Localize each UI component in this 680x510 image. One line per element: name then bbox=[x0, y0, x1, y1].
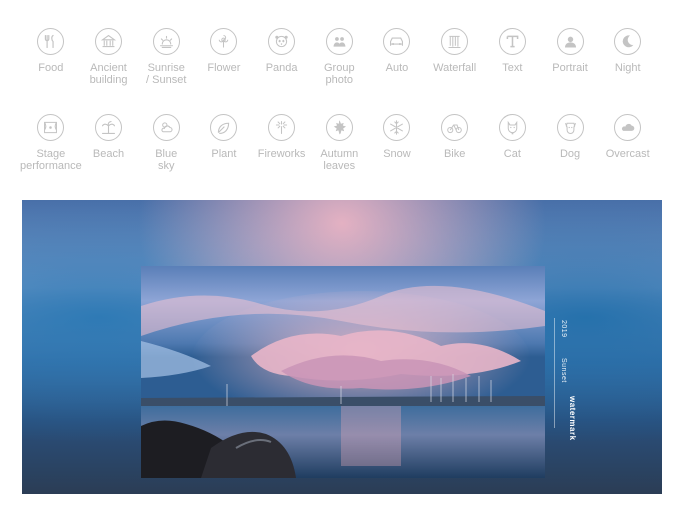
scene-mode-grid: Food Ancient building Sunrise / Sunset Flow… bbox=[20, 28, 662, 194]
scene-mode-stage-performance[interactable]: Stage performance bbox=[20, 114, 82, 194]
scene-mode-sunrise-sunset[interactable]: Sunrise / Sunset bbox=[137, 28, 195, 108]
scene-mode-label: Night bbox=[614, 62, 641, 74]
flower-icon bbox=[210, 28, 238, 55]
camera-preview: 2019 Sunset watermark bbox=[22, 200, 662, 494]
snowflake-icon bbox=[383, 114, 411, 141]
portrait-icon bbox=[556, 28, 584, 55]
scene-mode-food[interactable]: Food bbox=[22, 28, 80, 108]
watermark-divider bbox=[554, 318, 555, 428]
watermark-overlay: 2019 Sunset watermark bbox=[554, 318, 594, 441]
fork-knife-icon bbox=[37, 28, 65, 55]
scene-mode-auto[interactable]: Auto bbox=[368, 28, 426, 108]
waterfall-icon bbox=[441, 28, 469, 55]
scene-mode-label: Overcast bbox=[605, 148, 650, 160]
scene-mode-beach[interactable]: Beach bbox=[80, 114, 138, 194]
watermark-sub2: 2019 bbox=[560, 320, 567, 338]
moon-icon bbox=[614, 28, 642, 55]
maple-leaf-icon bbox=[325, 114, 353, 141]
car-icon bbox=[383, 28, 411, 55]
dog-icon bbox=[556, 114, 584, 141]
scene-mode-blue-sky[interactable]: Blue sky bbox=[137, 114, 195, 194]
scene-mode-text[interactable]: Text bbox=[484, 28, 542, 108]
scene-mode-cat[interactable]: Cat bbox=[484, 114, 542, 194]
text-icon bbox=[498, 28, 526, 55]
scene-mode-plant[interactable]: Plant bbox=[195, 114, 253, 194]
scene-mode-bike[interactable]: Bike bbox=[426, 114, 484, 194]
scene-mode-night[interactable]: Night bbox=[599, 28, 657, 108]
scene-mode-waterfall[interactable]: Waterfall bbox=[426, 28, 484, 108]
sunrise-icon bbox=[152, 28, 180, 55]
palm-tree-icon bbox=[95, 114, 123, 141]
scene-mode-overcast[interactable]: Overcast bbox=[599, 114, 657, 194]
scene-mode-flower[interactable]: Flower bbox=[195, 28, 253, 108]
bicycle-icon bbox=[441, 114, 469, 141]
group-icon bbox=[325, 28, 353, 55]
scene-mode-panda[interactable]: Panda bbox=[253, 28, 311, 108]
fireworks-icon bbox=[268, 114, 296, 141]
leaf-icon bbox=[210, 114, 238, 141]
scene-mode-dog[interactable]: Dog bbox=[541, 114, 599, 194]
scene-mode-fireworks[interactable]: Fireworks bbox=[253, 114, 311, 194]
watermark-sub1: Sunset bbox=[560, 358, 567, 383]
sunset-harbor-photo bbox=[141, 266, 545, 478]
scene-mode-portrait[interactable]: Portrait bbox=[541, 28, 599, 108]
scene-mode-snow[interactable]: Snow bbox=[368, 114, 426, 194]
stage-icon bbox=[37, 114, 65, 141]
temple-icon bbox=[95, 28, 123, 55]
sun-cloud-icon bbox=[152, 114, 180, 141]
panda-icon bbox=[268, 28, 296, 55]
scene-mode-ancient-building[interactable]: Ancient building bbox=[80, 28, 138, 108]
cloud-icon bbox=[614, 114, 642, 141]
cat-icon bbox=[498, 114, 526, 141]
scene-mode-group-photo[interactable]: Group photo bbox=[310, 28, 368, 108]
scene-mode-autumn-leaves[interactable]: Autumn leaves bbox=[310, 114, 368, 194]
watermark-title: watermark bbox=[568, 396, 577, 441]
